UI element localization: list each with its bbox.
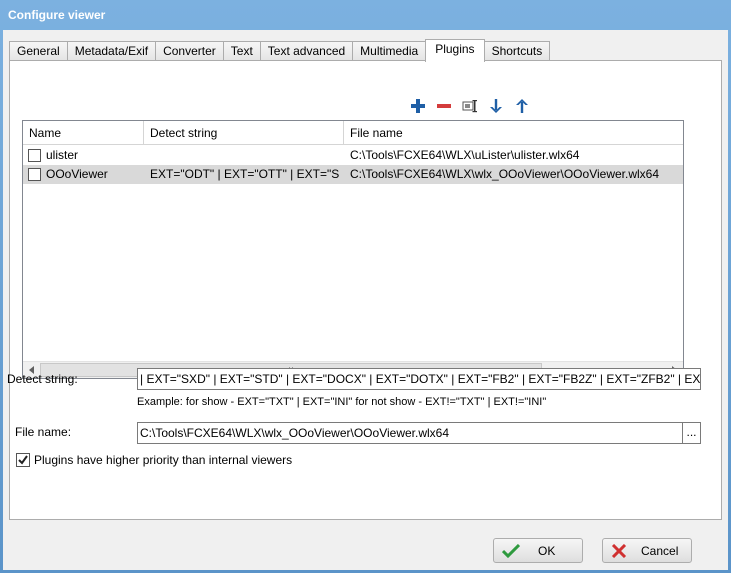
cancel-label: Cancel — [641, 543, 679, 558]
detect-string-hint: Example: for show - EXT="TXT" | EXT="INI… — [137, 396, 547, 408]
window-title: Configure viewer — [8, 8, 106, 22]
plugin-detect — [150, 146, 340, 165]
detect-string-input[interactable]: | EXT="SXD" | EXT="STD" | EXT="DOCX" | E… — [137, 368, 701, 390]
arrow-down-icon — [490, 99, 502, 113]
checkmark-icon — [18, 455, 28, 465]
plugin-row-ooo-viewer[interactable]: OOoViewer EXT="ODT" | EXT="OTT" | EXT="S… — [23, 165, 683, 184]
tab-metadata-exif[interactable]: Metadata/Exif — [66, 41, 157, 62]
minus-icon — [437, 104, 451, 108]
detect-string-label: Detect string: — [7, 372, 78, 386]
tab-converter[interactable]: Converter — [155, 41, 224, 62]
dialog-client: General Metadata/Exif Converter Text Tex… — [3, 30, 728, 570]
remove-plugin-button[interactable] — [434, 96, 454, 116]
edit-icon — [462, 100, 477, 113]
tab-text-advanced[interactable]: Text advanced — [259, 41, 354, 62]
plugin-enable-checkbox[interactable] — [28, 168, 41, 181]
tab-general[interactable]: General — [9, 41, 68, 62]
plugin-list: Name Detect string File name ulister C:\… — [22, 120, 684, 379]
close-icon — [611, 543, 627, 558]
plus-icon — [411, 99, 425, 113]
arrow-up-icon — [516, 99, 528, 113]
checkmark-icon — [502, 543, 520, 558]
configure-viewer-window: Configure viewer General Metadata/Exif C… — [0, 0, 731, 573]
move-down-button[interactable] — [486, 96, 506, 116]
cancel-button[interactable]: Cancel — [602, 538, 692, 563]
tweak-plugin-button[interactable] — [460, 96, 480, 116]
plugin-list-header: Name Detect string File name — [23, 121, 683, 145]
plugin-row-ulister[interactable]: ulister C:\Tools\FCXE64\WLX\uLister\ulis… — [23, 146, 683, 165]
plugin-detect: EXT="ODT" | EXT="OTT" | EXT="S... — [150, 167, 340, 181]
ok-button[interactable]: OK — [493, 538, 583, 563]
priority-checkbox[interactable] — [16, 453, 30, 467]
move-up-button[interactable] — [512, 96, 532, 116]
plugin-toolbar — [408, 96, 532, 116]
tab-plugins[interactable]: Plugins — [425, 39, 485, 62]
browse-button[interactable]: ... — [682, 422, 701, 444]
file-name-input[interactable]: C:\Tools\FCXE64\WLX\wlx_OOoViewer\OOoVie… — [137, 422, 683, 444]
column-detect-string[interactable]: Detect string — [144, 121, 344, 145]
priority-label: Plugins have higher priority than intern… — [34, 453, 293, 467]
plugin-name: ulister — [46, 148, 79, 162]
tab-strip: General Metadata/Exif Converter Text Tex… — [9, 39, 551, 62]
tab-multimedia[interactable]: Multimedia — [352, 41, 427, 62]
plugin-file: C:\Tools\FCXE64\WLX\wlx_OOoViewer\OOoVie… — [350, 167, 660, 181]
plugins-tab-pane: Name Detect string File name ulister C:\… — [9, 60, 722, 520]
plugin-enable-checkbox[interactable] — [28, 149, 41, 162]
file-name-label: File name: — [15, 425, 72, 439]
ok-label: OK — [538, 543, 556, 558]
column-name[interactable]: Name — [23, 121, 144, 145]
add-plugin-button[interactable] — [408, 96, 428, 116]
tab-text[interactable]: Text — [222, 41, 261, 62]
plugin-file: C:\Tools\FCXE64\WLX\uLister\ulister.wlx6… — [350, 148, 580, 162]
tab-shortcuts[interactable]: Shortcuts — [483, 41, 551, 62]
column-file-name[interactable]: File name — [344, 121, 683, 145]
plugin-name: OOoViewer — [46, 167, 108, 181]
